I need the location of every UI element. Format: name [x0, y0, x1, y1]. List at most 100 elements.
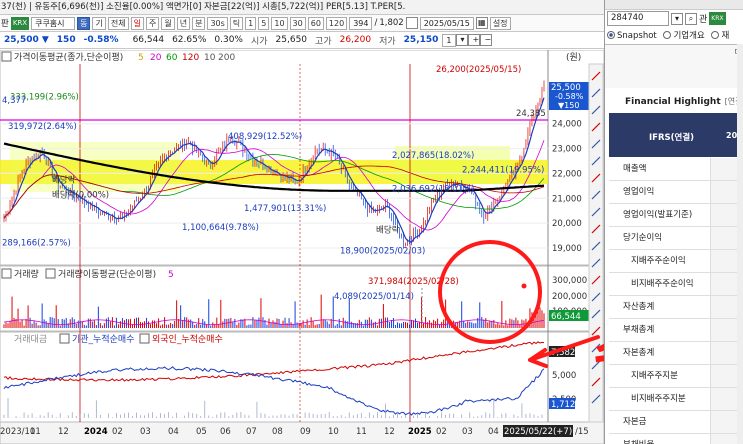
ifrs-header: IFRS(연결) [649, 133, 695, 143]
interval-10-button[interactable]: 10 [271, 16, 288, 30]
settings-button[interactable]: 설정 [489, 16, 511, 30]
period-tick-button[interactable]: 틱 [229, 16, 244, 30]
financial-row: 비지배주주지분 [609, 388, 740, 411]
price-annotation: 1,477,901(13.31%) [244, 204, 326, 214]
x-axis-label: 12 [58, 427, 69, 437]
ma-200-label: 200 [218, 53, 235, 63]
add-icon[interactable]: + [467, 34, 480, 46]
period-year-button[interactable]: 년 [176, 16, 191, 30]
volume-tick-label: 300,000 [552, 276, 587, 286]
financial-row: 비지배주주순이익 [609, 273, 740, 296]
stock-name-field[interactable]: 쿠쿠홈시 [31, 16, 76, 30]
financial-row-label: 지배주주순이익 [631, 256, 686, 266]
panel-scrollbar[interactable] [737, 44, 743, 444]
low-label: 저가 [379, 36, 396, 47]
financial-row-label: 당기순이익 [623, 233, 663, 243]
x-axis-label: 10 [328, 427, 339, 437]
code-dropdown-icon[interactable]: ▾ [671, 12, 683, 25]
axis-current-pct: -0.58% [555, 92, 584, 101]
flow-current-label-2: 1,712 [551, 400, 575, 410]
financial-row-value-cell [710, 434, 740, 444]
volume-annotation-min: 4,089(2025/01/14) [334, 292, 414, 302]
volume-tick-label: 200,000 [552, 292, 587, 302]
x-axis-label: 07 [246, 427, 257, 437]
stock-chart[interactable]: 24,000 23,000 22,000 21,000 20,000 19,000 26,… [0, 50, 604, 444]
price-annotation: 2,244,411(19.95%) [462, 166, 544, 176]
x-axis-label: 08 [272, 427, 283, 437]
side-label: 판 [1, 19, 9, 29]
financial-row-value-cell [710, 296, 740, 318]
company-radio[interactable] [663, 31, 672, 39]
date-input[interactable]: 2025/05/15 [419, 16, 474, 30]
volume-annotation-max: 371,984(2025/02/28) [368, 277, 459, 287]
financial-row-label: 영업이익 [623, 187, 655, 197]
x-axis-label: 11 [30, 427, 41, 437]
period-30s-button[interactable]: 30s [207, 16, 228, 30]
low-value: 25,150 [403, 35, 439, 45]
price-panel-title: 가격이동평균(종가,단순이평) [14, 51, 123, 63]
code-search-icon[interactable]: ⌕ [685, 12, 697, 25]
snapshot-radio[interactable] [607, 31, 615, 39]
dropdown-icon[interactable]: ▾ [455, 34, 468, 46]
lock-checkbox[interactable] [405, 17, 418, 29]
price-tick-label: 21,000 [552, 194, 582, 204]
all-button[interactable]: 전체 [107, 16, 129, 30]
financial-row-label: 부채비율 [623, 440, 654, 444]
price-unit-label: (원) [566, 52, 581, 63]
period-week-button[interactable]: 주 [145, 16, 160, 30]
period-month-button[interactable]: 월 [161, 16, 175, 30]
financial-highlight-title: Financial Highlight[연결| [625, 96, 743, 107]
price-change-pct: -0.58% [83, 35, 119, 45]
price-change: 150 [56, 35, 76, 45]
x-axis-label: 04 [168, 427, 179, 437]
financial-row: 부채총계 [609, 319, 740, 342]
interval-5-button[interactable]: 5 [258, 16, 270, 30]
interval-60-button[interactable]: 60 [307, 16, 324, 30]
current-price: 25,500 ▼ [4, 35, 49, 45]
price-annotation: 2,036,692(18.01%) [392, 184, 474, 194]
dong-button[interactable]: 동 [77, 16, 91, 30]
page-input[interactable]: 1 [442, 33, 456, 47]
volume-ma-title: 거래량이동평균(단순이평) [58, 268, 156, 280]
axis-current-change: ▼150 [558, 101, 579, 110]
open-value: 25,650 [275, 35, 308, 45]
volume-panel-title: 거래량 [14, 268, 39, 280]
calendar-icon[interactable]: ▦ [475, 17, 488, 29]
financial-table-body: 매출액 영업이익 영업이익(발표기준) 당기순이익 지배주주순이익 비지배주주순이익 자산총… [609, 158, 740, 444]
flow-legend-amount: 거래대금 [14, 334, 47, 345]
chart-canvas[interactable]: 24,000 23,000 22,000 21,000 20,000 19,000 26,… [0, 50, 604, 444]
interval-30-button[interactable]: 30 [289, 16, 306, 30]
market-badge: KRX [10, 16, 30, 30]
financial-row: 당기순이익 [609, 227, 740, 250]
more-radio[interactable] [711, 31, 720, 39]
interval-1-button[interactable]: 1 [245, 16, 257, 30]
stock-code-input[interactable]: 284740 [607, 11, 669, 26]
panel-top-bar [605, 0, 743, 10]
price-annotation: 2,027,865(18.02%) [392, 151, 474, 161]
financial-row-value-cell [710, 204, 740, 226]
remove-icon[interactable]: − [479, 34, 492, 46]
interval-120-button[interactable]: 120 [325, 16, 348, 30]
financial-row-value-cell [710, 227, 740, 249]
price-tick-label: 22,000 [552, 169, 582, 179]
ki-button[interactable]: 기 [92, 16, 106, 30]
panel-market-badge: KRX [709, 12, 726, 25]
price-annotation: 1,100,664(9.78%) [182, 223, 259, 233]
x-axis-label: 05 [196, 427, 207, 437]
ma-10-label: 10 [204, 53, 216, 63]
x-axis-label: 09 [300, 427, 311, 437]
price-tick-label: 19,000 [552, 244, 582, 254]
period-minute-button[interactable]: 분 [192, 16, 206, 30]
x-axis-label: 04 [488, 427, 499, 437]
panel-section-header: 대 [605, 44, 743, 88]
ma-60-label: 60 [166, 53, 178, 63]
count-input[interactable]: 394 [349, 16, 373, 30]
financial-row-value-cell [710, 342, 740, 364]
x-axis-label: 2025/05/22(+7) [504, 427, 572, 437]
financial-row-label: 비지배주주지분 [631, 394, 686, 404]
flow-legend-foreign: 외국인_누적순매수 [152, 333, 223, 345]
financial-row: 영업이익(발표기준) [609, 204, 740, 227]
period-day-button[interactable]: 일 [130, 16, 144, 30]
code-search: 284740 ▾ ⌕ 관 KRX [607, 11, 726, 26]
financial-row: 자산총계 [609, 296, 740, 319]
